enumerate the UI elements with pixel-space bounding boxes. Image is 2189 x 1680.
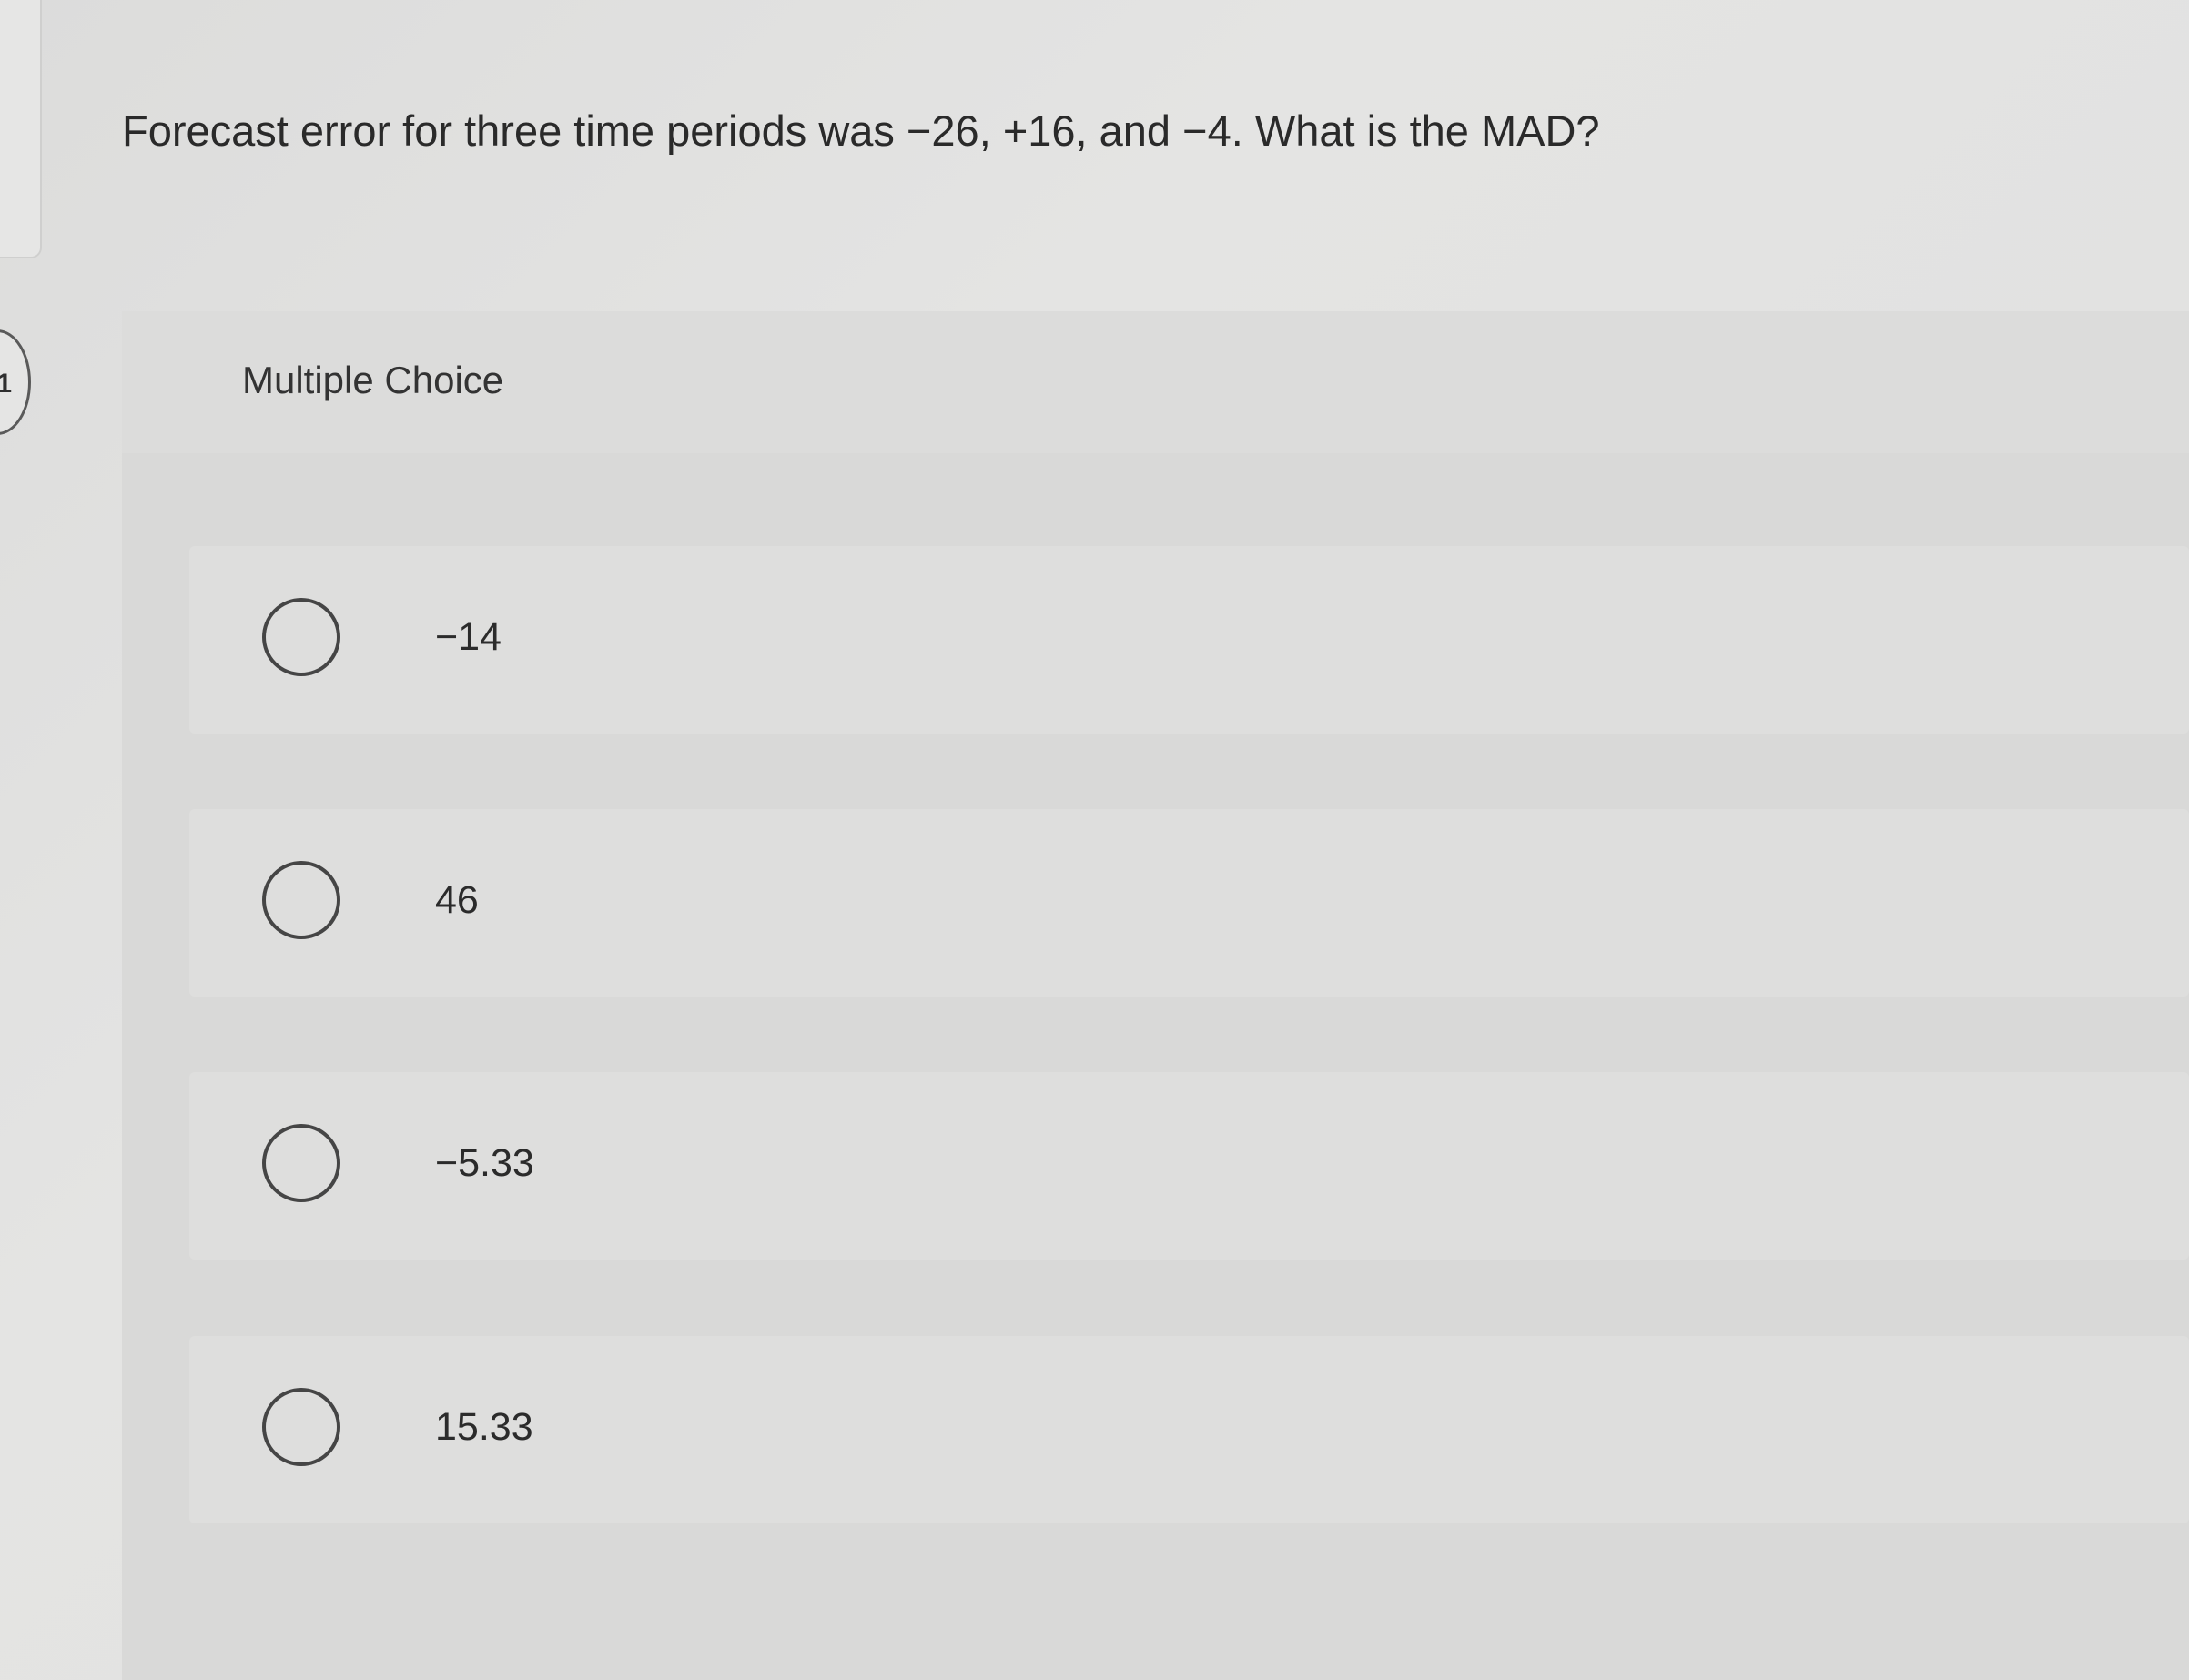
answer-option-label: 46 [435,878,479,922]
radio-button[interactable] [262,1388,340,1466]
multiple-choice-label: Multiple Choice [242,359,504,401]
answer-option-4[interactable]: 15.33 [189,1336,2189,1523]
choice-header: Multiple Choice [122,311,2189,453]
multiple-choice-block: Multiple Choice −14 46 −5.33 15.33 [122,311,2189,1680]
answer-option-label: −5.33 [435,1141,534,1185]
answer-option-2[interactable]: 46 [189,809,2189,997]
answer-option-3[interactable]: −5.33 [189,1072,2189,1260]
answer-option-label: 15.33 [435,1405,533,1449]
question-text: Forecast error for three time periods wa… [122,106,1600,155]
radio-button[interactable] [262,861,340,939]
question-number: 1 [0,369,12,399]
answer-option-1[interactable]: −14 [189,546,2189,734]
question-number-badge[interactable]: 1 [0,329,31,435]
radio-button[interactable] [262,1124,340,1202]
side-panel-edge [0,0,42,258]
answer-option-label: −14 [435,615,502,659]
radio-button[interactable] [262,598,340,676]
